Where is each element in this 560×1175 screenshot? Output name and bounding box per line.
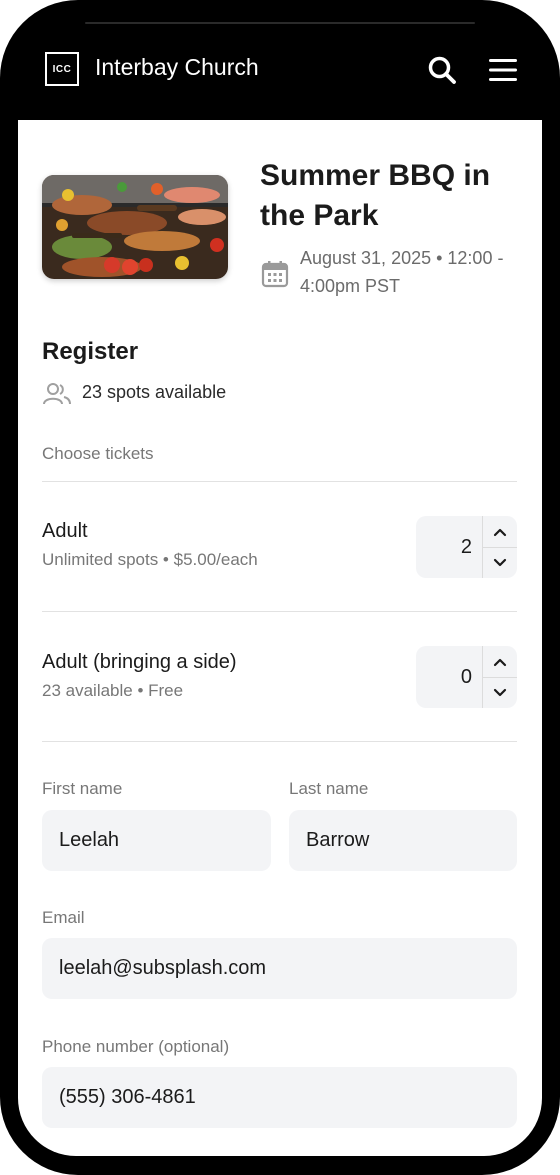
chevron-up-icon [493, 658, 507, 666]
menu-button[interactable] [488, 56, 518, 84]
first-name-field[interactable] [42, 810, 271, 871]
event-image [42, 175, 228, 279]
email-field[interactable] [42, 938, 517, 999]
decrement-button[interactable] [483, 547, 517, 578]
increment-button[interactable] [483, 646, 517, 677]
page-content: Summer BBQ in the Park August 31, 2025 •… [18, 120, 542, 1156]
email-label: Email [42, 908, 85, 927]
status-bar-line [85, 22, 475, 24]
search-button[interactable] [426, 54, 458, 86]
last-name-label: Last name [289, 779, 369, 798]
adult-quantity-stepper[interactable]: 2 [416, 516, 517, 578]
chevron-down-icon [493, 558, 507, 566]
register-heading: Register [42, 338, 139, 365]
decrement-button[interactable] [483, 677, 517, 708]
people-icon [42, 382, 72, 406]
increment-button[interactable] [483, 516, 517, 547]
quantity-value[interactable]: 2 [416, 516, 482, 578]
church-logo[interactable]: ICC [45, 52, 79, 86]
hamburger-menu-icon [489, 59, 517, 81]
phone-frame: ICC Interbay Church Summer BBQ in the Pa… [0, 0, 560, 1175]
chevron-up-icon [493, 528, 507, 536]
adult-side-quantity-stepper[interactable]: 0 [416, 646, 517, 708]
ticket-details: Unlimited spots • $5.00/each [42, 550, 258, 569]
divider [42, 481, 517, 482]
ticket-details: 23 available • Free [42, 681, 184, 700]
phone-field[interactable] [42, 1067, 517, 1128]
quantity-value[interactable]: 0 [416, 646, 482, 708]
calendar-icon [261, 260, 289, 288]
ticket-name: Adult (bringing a side) [42, 651, 237, 673]
chevron-down-icon [493, 688, 507, 696]
choose-tickets-label: Choose tickets [42, 444, 154, 463]
app-header: ICC Interbay Church [18, 30, 542, 120]
church-name[interactable]: Interbay Church [95, 54, 259, 81]
last-name-field[interactable] [289, 810, 517, 871]
ticket-name: Adult [42, 520, 88, 542]
divider [42, 741, 517, 742]
divider [42, 611, 517, 612]
search-icon [428, 56, 456, 84]
phone-label: Phone number (optional) [42, 1037, 230, 1056]
spots-available: 23 spots available [82, 382, 227, 402]
first-name-label: First name [42, 779, 123, 798]
event-title: Summer BBQ in the Park [260, 159, 491, 232]
event-date: August 31, 2025 • 12:00 - 4:00pm PST [300, 248, 504, 296]
